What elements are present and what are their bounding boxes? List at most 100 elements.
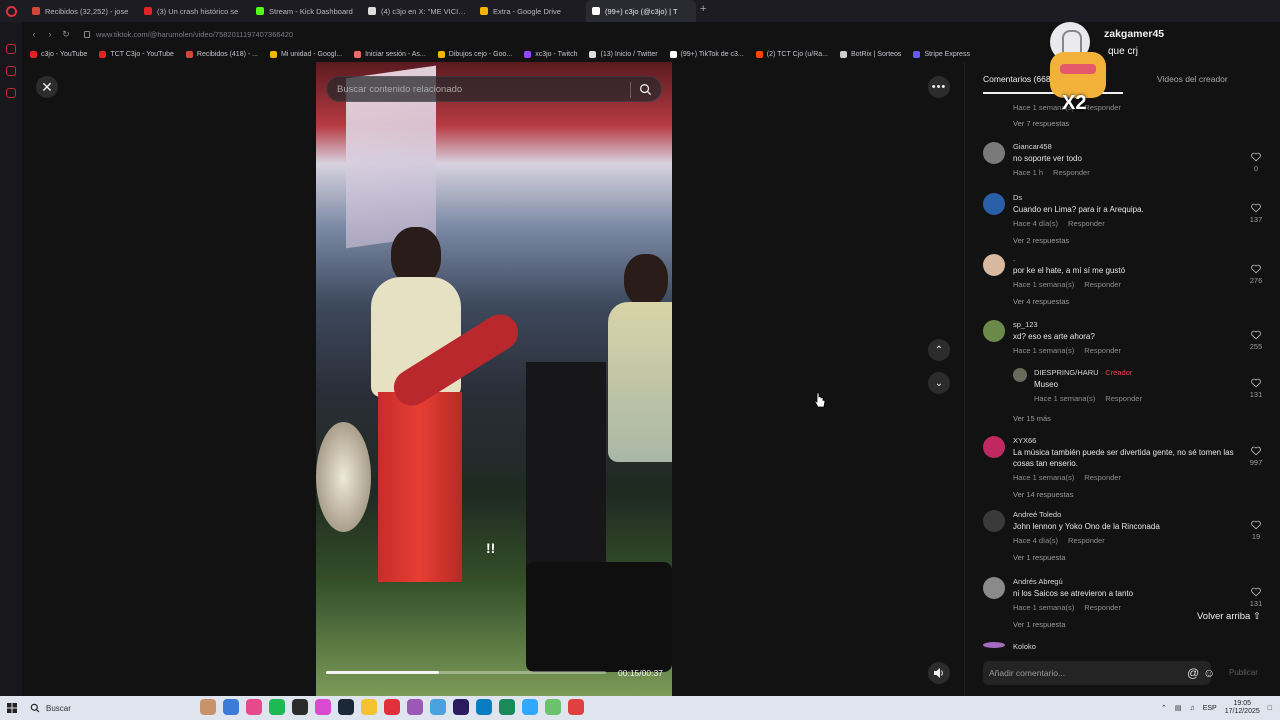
taskbar-app-icon[interactable] (200, 699, 216, 715)
comment-author[interactable]: Ds (1013, 193, 1248, 202)
comment-author[interactable]: Giancar458 (1013, 142, 1248, 151)
bookmark-item[interactable]: BotRix | Sorteos (839, 50, 901, 58)
like-button[interactable]: 131 (1249, 587, 1263, 608)
taskbar-app-icon[interactable] (269, 699, 285, 715)
taskbar-app-icon[interactable] (453, 699, 469, 715)
sidebar-app-icon[interactable] (6, 88, 16, 98)
bookmark-item[interactable]: Iniciar sesión - As... (354, 50, 426, 58)
bookmark-item[interactable]: (13) Inicio / Twitter (589, 50, 658, 58)
browser-tab[interactable]: (4) c3jo en X: "ME VICI… (362, 0, 474, 22)
reply-button[interactable]: Responder (1084, 280, 1121, 289)
browser-tab[interactable]: Recibidos (32,252) - jose (26, 0, 138, 22)
like-button[interactable]: 137 (1249, 203, 1263, 224)
like-button[interactable]: 255 (1249, 330, 1263, 351)
reply-button[interactable]: Responder (1068, 536, 1105, 545)
tray-expand-icon[interactable]: ⌃ (1161, 704, 1167, 712)
comment-author[interactable]: sp_123 (1013, 320, 1248, 329)
taskbar-app-icon[interactable] (361, 699, 377, 715)
sidebar-app-icon[interactable] (6, 44, 16, 54)
new-tab-icon[interactable]: + (700, 3, 706, 15)
publish-button[interactable]: Publicar (1229, 668, 1258, 677)
bookmark-item[interactable]: (2) TCT Cjo (u/Ra... (755, 50, 828, 58)
video-progress-bar[interactable] (326, 671, 606, 674)
taskbar-app-icon[interactable] (338, 699, 354, 715)
view-replies-link[interactable]: Ver 1 respuesta (1013, 553, 1248, 562)
opera-logo-icon[interactable] (0, 0, 22, 22)
mention-icon[interactable]: @ (1187, 666, 1199, 680)
next-video-button[interactable]: ⌄ (928, 372, 950, 394)
view-replies-link[interactable]: Ver 14 respuestas (1013, 490, 1248, 499)
bookmark-item[interactable]: Dibujos cejo - Goo... (437, 50, 512, 58)
like-button[interactable]: 276 (1249, 264, 1263, 285)
taskbar-app-icon[interactable] (292, 699, 308, 715)
taskbar-app-icon[interactable] (384, 699, 400, 715)
more-options-icon[interactable]: ••• (928, 76, 950, 98)
view-more-replies-link[interactable]: Ver 15 más (1013, 414, 1051, 423)
bookmark-item[interactable]: Mi unidad - Googl... (269, 50, 342, 58)
browser-tab[interactable]: (3) Un crash histórico se (138, 0, 250, 22)
comment-author[interactable]: DIESPRING/HARU · Creador (1034, 368, 1244, 377)
browser-tab[interactable]: Stream - Kick Dashboard (250, 0, 362, 22)
url-field[interactable]: www.tiktok.com/@harumolen/video/75820111… (84, 30, 293, 39)
comment-author[interactable]: Koloko (1013, 642, 1248, 651)
taskbar-app-icon[interactable] (315, 699, 331, 715)
avatar[interactable] (983, 436, 1005, 458)
comment-author[interactable]: Andreé Toledo (1013, 510, 1248, 519)
reply-button[interactable]: Responder (1068, 219, 1105, 228)
bookmark-item[interactable]: TCT C3jo - YouTube (99, 50, 174, 58)
clock[interactable]: 19:05 17/12/2025 (1225, 700, 1260, 715)
taskbar-app-icon[interactable] (223, 699, 239, 715)
search-icon[interactable] (639, 83, 652, 96)
comment-input[interactable] (989, 668, 1179, 678)
volume-button[interactable] (928, 662, 950, 684)
comment-author[interactable]: Andrés Abregú (1013, 577, 1248, 586)
video-frame[interactable]: !! (316, 62, 672, 696)
reply-button[interactable]: Responder (1053, 168, 1090, 177)
close-button[interactable]: ✕ (36, 76, 58, 98)
avatar[interactable] (1013, 368, 1027, 382)
bookmark-item[interactable]: Recibidos (418) - ... (185, 50, 258, 58)
avatar[interactable] (983, 254, 1005, 276)
network-icon[interactable]: ▤ (1175, 704, 1182, 712)
view-replies-link[interactable]: Ver 2 respuestas (1013, 236, 1248, 245)
taskbar-app-icon[interactable] (499, 699, 515, 715)
windows-start-icon[interactable] (0, 696, 24, 720)
emoji-icon[interactable]: ☺ (1203, 666, 1215, 680)
comment-author[interactable]: XYX66 (1013, 436, 1248, 445)
reply-button[interactable]: Responder (1084, 473, 1121, 482)
taskbar-app-icon[interactable] (522, 699, 538, 715)
scroll-top-button[interactable]: Volver arriba ⇧ (1193, 609, 1265, 624)
avatar[interactable] (983, 577, 1005, 599)
taskbar-app-icon[interactable] (568, 699, 584, 715)
comment-input-box[interactable]: @ ☺ (983, 661, 1215, 685)
taskbar-app-icon[interactable] (476, 699, 492, 715)
avatar[interactable] (983, 142, 1005, 164)
avatar[interactable] (983, 193, 1005, 215)
like-button[interactable]: 19 (1249, 520, 1263, 541)
comment-author[interactable]: . (1013, 254, 1248, 263)
like-button[interactable]: 0 (1249, 152, 1263, 173)
taskbar-search[interactable]: Buscar (30, 703, 170, 713)
forward-icon[interactable]: › (42, 29, 58, 39)
avatar[interactable] (983, 510, 1005, 532)
avatar[interactable] (983, 642, 1005, 648)
notifications-icon[interactable]: □ (1268, 705, 1272, 712)
like-button[interactable]: 997 (1249, 446, 1263, 467)
taskbar-app-icon[interactable] (246, 699, 262, 715)
reply-button[interactable]: Responder (1084, 346, 1121, 355)
like-button[interactable]: 131 (1249, 378, 1263, 399)
related-search-input[interactable] (337, 83, 627, 95)
taskbar-app-icon[interactable] (545, 699, 561, 715)
bookmark-item[interactable]: Stripe Express (913, 50, 970, 58)
browser-tab[interactable]: Extra - Google Drive (474, 0, 586, 22)
sidebar-app-icon[interactable] (6, 66, 16, 76)
bookmark-item[interactable]: (99+) TikTok de c3... (669, 50, 744, 58)
previous-video-button[interactable]: ⌃ (928, 339, 950, 361)
taskbar-app-icon[interactable] (407, 699, 423, 715)
bookmark-item[interactable]: c3jo - YouTube (30, 50, 87, 58)
back-icon[interactable]: ‹ (26, 29, 42, 39)
avatar[interactable] (983, 320, 1005, 342)
reply-button[interactable]: Responder (1084, 603, 1121, 612)
related-search[interactable] (326, 76, 662, 102)
reply-button[interactable]: Responder (1105, 394, 1142, 403)
